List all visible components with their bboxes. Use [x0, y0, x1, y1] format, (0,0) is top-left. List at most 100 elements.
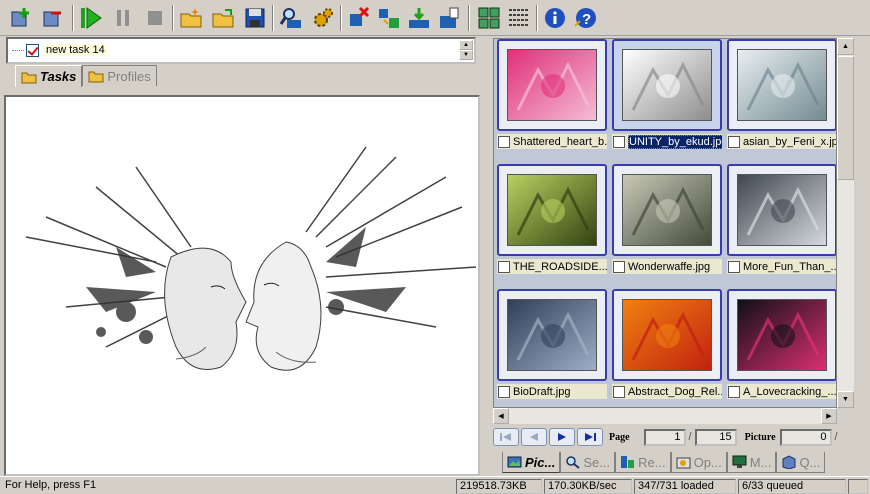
- task-pane: new task 14 ▲ ▼ Tasks Profiles: [0, 36, 486, 476]
- status-grip: [848, 479, 868, 494]
- thumbnail-checkbox[interactable]: [613, 135, 625, 148]
- thumbnail-checkbox[interactable]: [498, 385, 510, 398]
- remove-task-button[interactable]: [40, 5, 66, 31]
- gallery-pane: Shattered_heart_b... UNITY_by_ekud.jpg asi…: [491, 36, 870, 476]
- horizontal-scrollbar[interactable]: ◀ ▶: [493, 408, 837, 424]
- move-button[interactable]: [376, 5, 402, 31]
- scroll-left-button[interactable]: ◀: [493, 408, 509, 424]
- export-button[interactable]: [406, 5, 432, 31]
- new-folder-button[interactable]: [178, 5, 204, 31]
- prev-page-button[interactable]: [521, 428, 547, 446]
- page-current-field[interactable]: 1: [643, 428, 686, 446]
- thumbnail-frame[interactable]: [612, 164, 722, 256]
- settings-button[interactable]: [310, 5, 336, 31]
- tab-options[interactable]: Op...: [670, 452, 727, 473]
- tab-tasks[interactable]: Tasks: [15, 65, 83, 87]
- thumbnails-view-button[interactable]: [476, 5, 502, 31]
- status-help: For Help, press F1: [5, 479, 97, 491]
- thumbnail-item[interactable]: A_Lovecracking_...: [725, 287, 836, 405]
- task-name: new task 14: [44, 44, 107, 56]
- scroll-down-button[interactable]: ▼: [837, 391, 854, 408]
- scroll-right-button[interactable]: ▶: [821, 408, 837, 424]
- thumbnail-image[interactable]: [622, 174, 712, 246]
- thumbnail-caption: BioDraft.jpg: [497, 384, 607, 399]
- save-button[interactable]: [242, 5, 268, 31]
- scroll-up-button[interactable]: ▲: [837, 38, 854, 55]
- folder-open-icon: [212, 9, 234, 28]
- thumbnail-checkbox[interactable]: [613, 260, 625, 273]
- thumbnail-frame[interactable]: [727, 39, 836, 131]
- scroll-thumb[interactable]: [837, 56, 854, 180]
- start-button[interactable]: [78, 5, 104, 31]
- thumbnail-frame[interactable]: [612, 39, 722, 131]
- thumbnail-checkbox[interactable]: [728, 260, 740, 273]
- task-checkbox[interactable]: [26, 43, 39, 57]
- properties-icon: [440, 7, 459, 28]
- thumbnail-filename: More_Fun_Than_...: [743, 260, 837, 273]
- thumbnail-image[interactable]: [507, 174, 597, 246]
- thumbnail-image[interactable]: [622, 49, 712, 121]
- thumbnail-art: [738, 50, 826, 120]
- thumbnail-filename: UNITY_by_ekud.jpg: [628, 134, 722, 149]
- tree-connector: [12, 49, 24, 51]
- thumbnail-image[interactable]: [737, 49, 827, 121]
- next-page-button[interactable]: [549, 428, 575, 446]
- tab-results[interactable]: Re...: [615, 452, 671, 473]
- thumbnail-image[interactable]: [507, 299, 597, 371]
- task-scroll: ▲ ▼: [459, 40, 473, 61]
- thumbnail-checkbox[interactable]: [728, 385, 740, 398]
- thumbnail-frame[interactable]: [727, 289, 836, 381]
- vertical-scrollbar[interactable]: ▲ ▼: [837, 38, 854, 408]
- thumbnail-item[interactable]: BioDraft.jpg: [495, 287, 607, 405]
- thumbnail-item[interactable]: asian_by_Feni_x.jpg: [725, 39, 836, 155]
- add-task-button[interactable]: [8, 5, 34, 31]
- scroll-down-button[interactable]: ▼: [459, 50, 473, 60]
- thumbnail-frame[interactable]: [497, 39, 607, 131]
- thumbnail-item[interactable]: THE_ROADSIDE...: [495, 162, 607, 280]
- delete-button[interactable]: [346, 5, 372, 31]
- first-page-icon: [500, 433, 511, 441]
- thumbnail-frame[interactable]: [612, 289, 722, 381]
- thumbnail-filename: Shattered_heart_b...: [513, 135, 607, 148]
- thumbnail-image[interactable]: [622, 299, 712, 371]
- scroll-up-button[interactable]: ▲: [459, 40, 473, 50]
- thumbnail-frame[interactable]: [727, 164, 836, 256]
- properties-button[interactable]: [436, 5, 462, 31]
- tab-monitor[interactable]: M...: [726, 452, 777, 473]
- first-page-button[interactable]: [493, 428, 519, 446]
- thumbnail-frame[interactable]: [497, 164, 607, 256]
- thumbnail-checkbox[interactable]: [498, 135, 510, 148]
- about-button[interactable]: [542, 5, 568, 31]
- last-page-button[interactable]: [577, 428, 603, 446]
- thumbnail-image[interactable]: [737, 299, 827, 371]
- stop-button[interactable]: [142, 5, 168, 31]
- tab-queue[interactable]: Q...: [776, 452, 826, 473]
- thumbnail-frame[interactable]: [497, 289, 607, 381]
- pause-button[interactable]: [110, 5, 136, 31]
- thumbnail-checkbox[interactable]: [728, 135, 740, 148]
- picture-current-field[interactable]: 0: [779, 428, 832, 446]
- task-item[interactable]: new task 14: [12, 42, 107, 58]
- tab-profiles[interactable]: Profiles: [82, 65, 157, 86]
- tab-label: Pic...: [525, 454, 556, 470]
- thumbnail-checkbox[interactable]: [613, 385, 625, 398]
- prev-page-icon: [530, 433, 538, 441]
- details-view-button[interactable]: [506, 5, 532, 31]
- thumbnail-filename: THE_ROADSIDE...: [513, 260, 607, 273]
- thumbnail-checkbox[interactable]: [498, 260, 510, 273]
- tab-pictures[interactable]: Pic...: [502, 452, 561, 473]
- thumbnail-item[interactable]: Shattered_heart_b...: [495, 39, 607, 155]
- thumbnail-caption: A_Lovecracking_...: [727, 384, 836, 399]
- search-button[interactable]: [278, 5, 304, 31]
- thumbnail-item[interactable]: Abstract_Dog_Rel...: [610, 287, 722, 405]
- thumbnail-item[interactable]: UNITY_by_ekud.jpg: [610, 39, 722, 155]
- open-folder-button[interactable]: [210, 5, 236, 31]
- tab-search[interactable]: Se...: [560, 452, 616, 473]
- thumbnail-item[interactable]: More_Fun_Than_...: [725, 162, 837, 280]
- floppy-disk-icon: [245, 8, 265, 28]
- thumbnail-image[interactable]: [507, 49, 597, 121]
- help-button[interactable]: ?: [572, 5, 598, 31]
- thumbnail-image[interactable]: [737, 174, 827, 246]
- pictures-icon: [507, 456, 522, 468]
- thumbnail-item[interactable]: Wonderwaffe.jpg: [610, 162, 722, 280]
